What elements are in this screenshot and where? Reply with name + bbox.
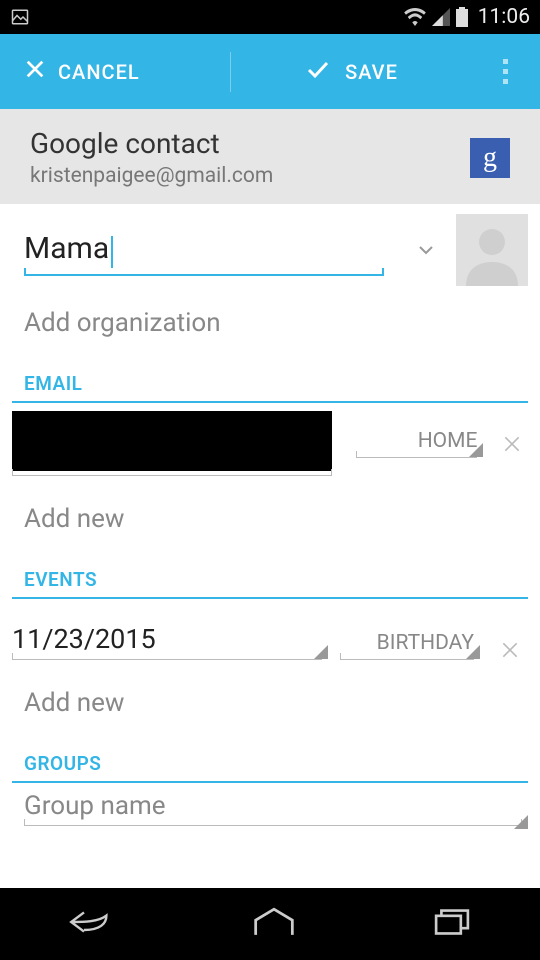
section-label-groups: GROUPS — [12, 740, 528, 781]
home-button[interactable] — [252, 907, 296, 941]
event-type-select[interactable]: BIRTHDAY — [340, 631, 480, 660]
email-remove-button[interactable] — [495, 434, 528, 454]
group-placeholder: Group name — [24, 791, 166, 821]
text-cursor — [111, 236, 113, 268]
save-button[interactable]: SAVE — [231, 34, 470, 109]
name-input-wrap: Mama — [12, 225, 396, 276]
cancel-label: CANCEL — [58, 60, 140, 84]
content-scroll[interactable]: Mama Add organization EMAIL HOME Add new — [0, 204, 540, 888]
check-icon — [303, 57, 333, 86]
email-value-input[interactable] — [12, 411, 332, 471]
section-divider-groups — [12, 781, 528, 783]
event-remove-button[interactable] — [492, 640, 528, 660]
account-email: kristenpaigee@gmail.com — [30, 164, 470, 188]
event-type-label: BIRTHDAY — [377, 631, 474, 655]
cancel-button[interactable]: CANCEL — [0, 34, 230, 109]
recent-apps-button[interactable] — [432, 907, 472, 941]
save-label: SAVE — [345, 60, 398, 84]
group-select[interactable]: Group name — [12, 791, 528, 830]
account-header: Google contact kristenpaigee@gmail.com g — [0, 109, 540, 204]
email-type-select[interactable]: HOME — [356, 429, 483, 458]
overflow-menu-button[interactable] — [470, 34, 540, 109]
account-title: Google contact — [30, 127, 470, 160]
close-icon — [24, 58, 46, 85]
email-entry-row: HOME — [12, 403, 528, 482]
back-button[interactable] — [68, 907, 116, 941]
status-bar: 11:06 — [0, 0, 540, 34]
cell-signal-icon — [432, 8, 450, 26]
event-date-select[interactable]: 11/23/2015 — [12, 623, 328, 660]
action-bar: CANCEL SAVE — [0, 34, 540, 109]
battery-icon — [456, 7, 468, 27]
contact-avatar[interactable] — [456, 214, 528, 286]
system-nav-bar — [0, 888, 540, 960]
wifi-icon — [404, 8, 426, 26]
overflow-icon — [503, 59, 508, 84]
image-icon — [10, 8, 30, 26]
status-time: 11:06 — [478, 5, 530, 29]
event-add-new-button[interactable]: Add new — [12, 666, 528, 740]
email-add-new-button[interactable]: Add new — [12, 482, 528, 556]
section-label-email: EMAIL — [12, 360, 528, 401]
event-entry-row: 11/23/2015 BIRTHDAY — [12, 599, 528, 666]
google-icon: g — [470, 138, 510, 178]
event-date-value: 11/23/2015 — [12, 623, 156, 655]
section-label-events: EVENTS — [12, 556, 528, 597]
expand-name-button[interactable] — [406, 238, 446, 262]
name-input[interactable]: Mama — [24, 231, 109, 274]
add-organization-button[interactable]: Add organization — [12, 286, 528, 360]
